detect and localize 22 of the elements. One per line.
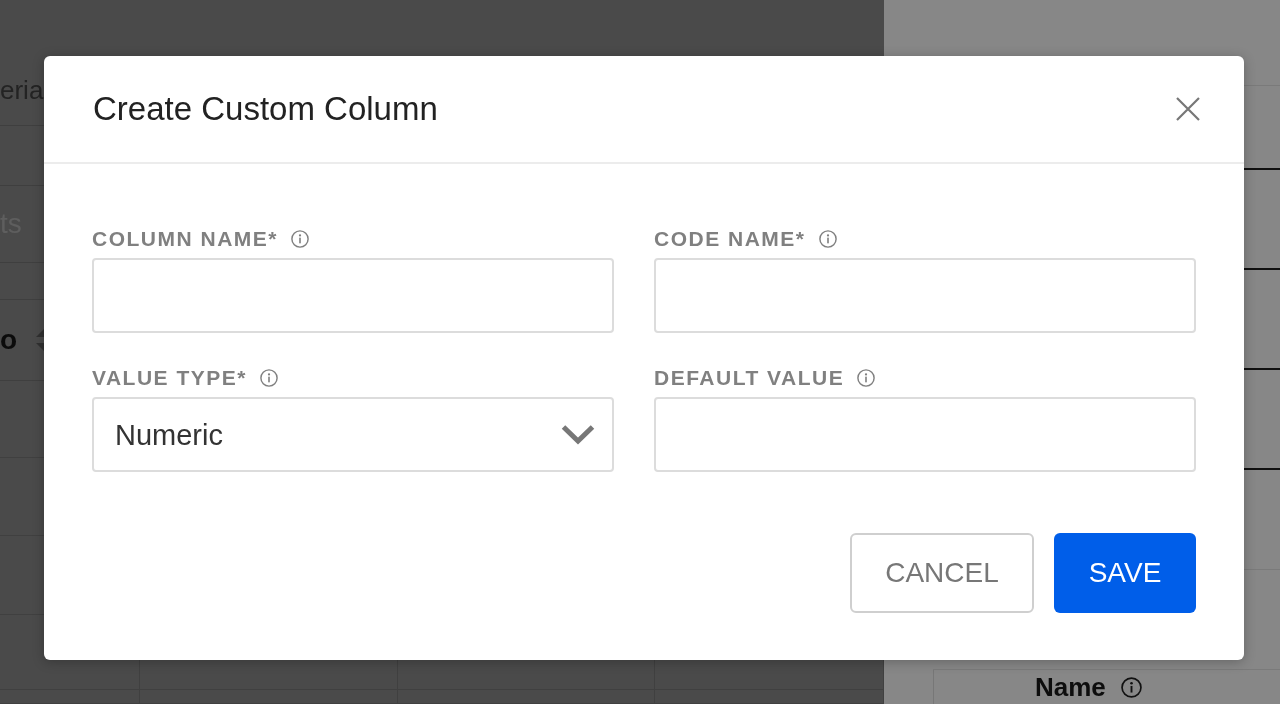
column-header: Name	[1035, 672, 1106, 702]
input-field[interactable]	[92, 258, 614, 333]
cancel-button[interactable]: CANCEL	[850, 533, 1034, 613]
close-button[interactable]	[1176, 97, 1200, 121]
field-label: COLUMN NAME*	[92, 227, 278, 251]
info-icon	[259, 369, 278, 387]
close-icon	[1176, 97, 1200, 121]
field-label: DEFAULT VALUE	[654, 366, 845, 390]
info-icon	[857, 369, 876, 387]
sort-icon[interactable]	[36, 328, 45, 352]
field-label: VALUE TYPE*	[92, 366, 247, 390]
dialog-title: Create Custom Column	[93, 90, 438, 128]
input-field[interactable]	[654, 258, 1196, 333]
field-label: CODE NAME*	[654, 227, 806, 251]
info-icon	[1120, 676, 1142, 698]
column-header: o	[0, 324, 18, 356]
chevron-down-icon	[561, 424, 595, 445]
select-field[interactable]: Numeric	[92, 397, 614, 472]
save-button[interactable]: SAVE	[1054, 533, 1196, 613]
info-icon	[818, 230, 837, 248]
info-icon	[291, 230, 309, 248]
input-field[interactable]	[654, 397, 1196, 472]
